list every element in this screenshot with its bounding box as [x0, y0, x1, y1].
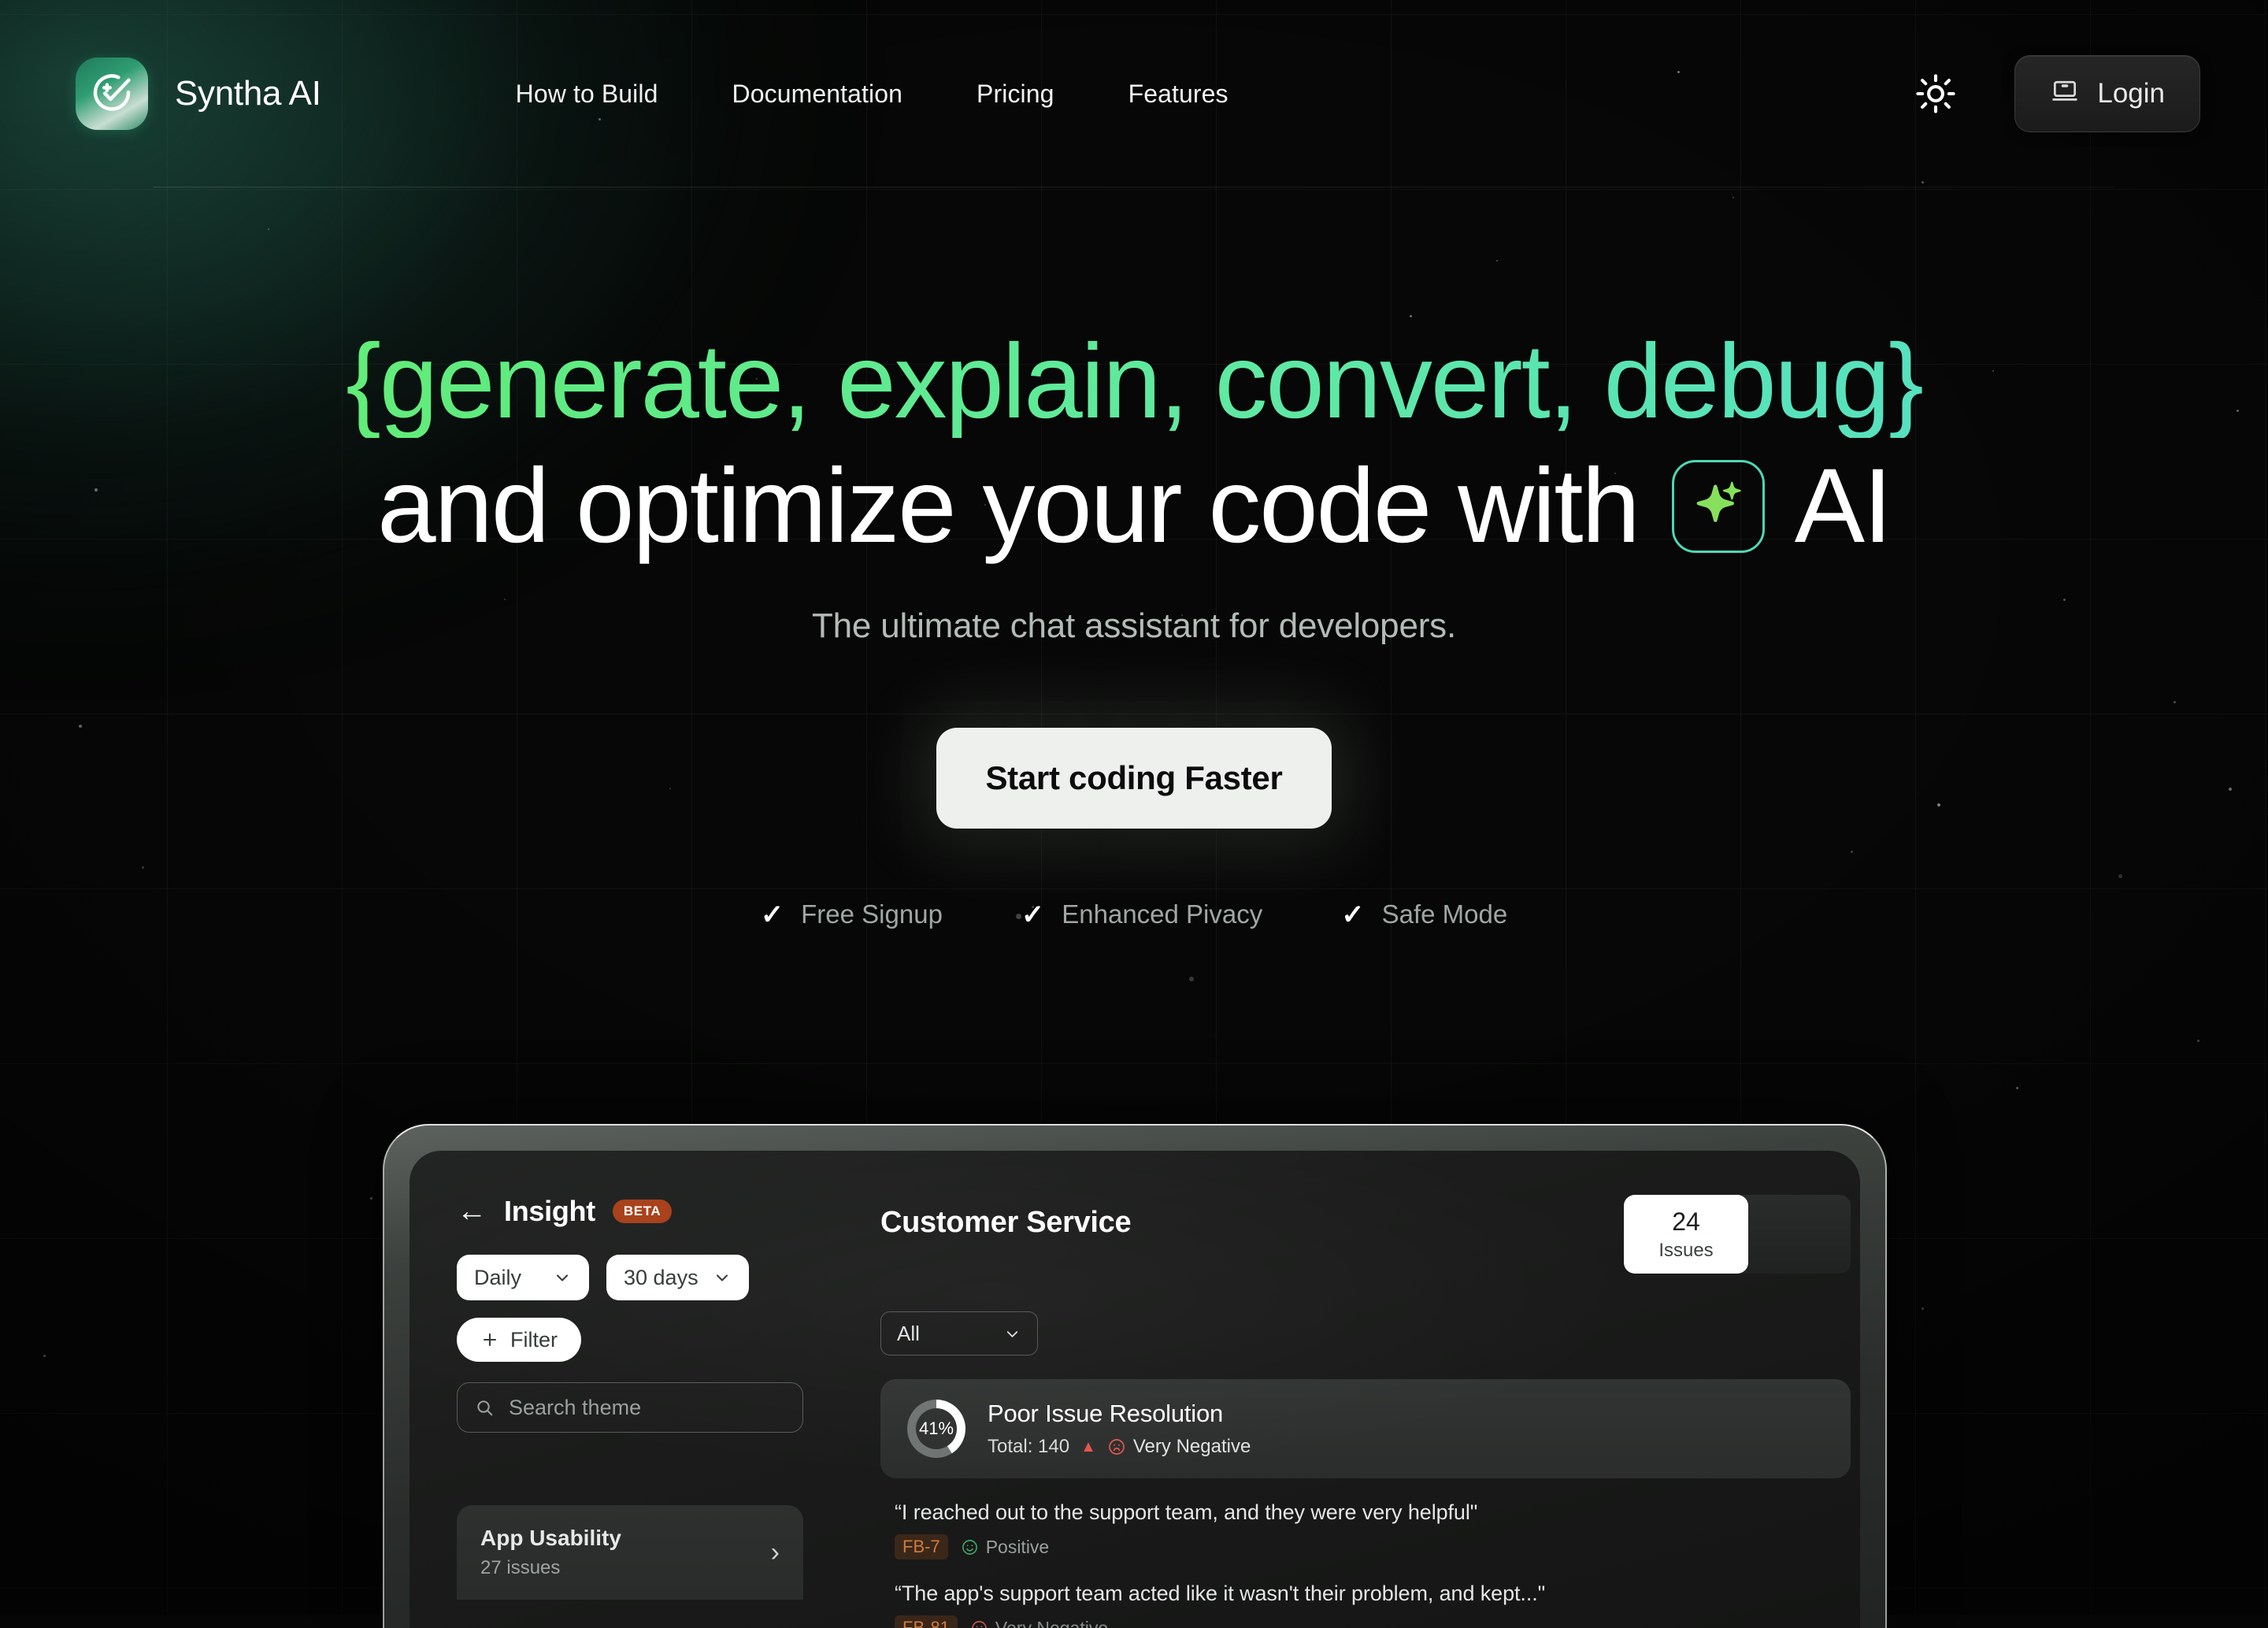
insight-title: Insight [504, 1195, 595, 1228]
feature-label: Free Signup [801, 899, 943, 929]
hero-headline-gradient: {generate, explain, convert, debug} [0, 326, 2268, 438]
feature-label: Enhanced Pivacy [1062, 899, 1262, 929]
search-theme-input[interactable]: Search theme [457, 1382, 803, 1433]
cta-container: Start coding Faster [0, 728, 2268, 829]
filter-row: Filter [457, 1318, 827, 1362]
arrow-left-icon[interactable]: ← [457, 1196, 487, 1226]
feature-item-safe-mode: ✓ Safe Mode [1302, 899, 1547, 929]
all-filter-value: All [897, 1322, 920, 1346]
triangle-up-icon: ▲ [1080, 1439, 1096, 1455]
sparkle-icon [1672, 460, 1765, 553]
daily-select[interactable]: Daily [457, 1255, 589, 1300]
feature-list: ✓ Free Signup ✓ Enhanced Pivacy ✓ Safe M… [0, 899, 2268, 929]
laptop-icon [2050, 76, 2080, 113]
site-header: Syntha AI How to Build Documentation Pri… [0, 0, 2268, 187]
sun-icon[interactable] [1910, 69, 1961, 119]
brand-logo[interactable]: Syntha AI [76, 57, 321, 130]
hero-headline-text: and optimize your code with [377, 451, 1639, 562]
smile-face-icon [961, 1538, 979, 1556]
customer-service-title: Customer Service [880, 1206, 1131, 1240]
main-nav: How to Build Documentation Pricing Featu… [479, 80, 1266, 109]
frown-face-icon [1107, 1437, 1126, 1456]
feedback-quote: “The app's support team acted like it wa… [895, 1582, 1851, 1606]
issue-meta: Total: 140 ▲ Very Negative [988, 1436, 1251, 1458]
chevron-down-icon [713, 1268, 732, 1287]
feedback-item: “The app's support team acted like it wa… [880, 1582, 1851, 1628]
login-label: Login [2097, 78, 2165, 109]
issue-total: Total: 140 [988, 1436, 1069, 1458]
issue-summary-card[interactable]: 41% Poor Issue Resolution Total: 140 ▲ V… [880, 1379, 1851, 1478]
check-icon: ✓ [1341, 901, 1364, 929]
range-select-value: 30 days [624, 1266, 699, 1290]
feedback-sentiment: Positive [961, 1537, 1050, 1558]
range-select[interactable]: 30 days [606, 1255, 749, 1300]
feedback-sentiment: Very Negative [970, 1618, 1108, 1628]
issue-sentiment-label: Very Negative [1133, 1436, 1251, 1458]
insight-filters: Daily 30 days [457, 1255, 827, 1300]
hero-headline-ai: AI [1795, 451, 1891, 562]
feedback-sentiment-label: Positive [986, 1537, 1050, 1558]
product-mockup-screen: ← Insight BETA Daily 30 days Filter [410, 1151, 1860, 1628]
issues-count: 24 [1672, 1207, 1700, 1237]
nav-item-features[interactable]: Features [1091, 80, 1266, 109]
filter-label: Filter [510, 1328, 558, 1352]
issue-percent-label: 41% [919, 1418, 954, 1439]
theme-card-subtitle: 27 issues [480, 1557, 621, 1579]
feature-item-enhanced-privacy: ✓ Enhanced Pivacy [982, 899, 1302, 929]
check-icon: ✓ [1021, 901, 1044, 929]
hero-subtitle: The ultimate chat assistant for develope… [0, 606, 2268, 646]
beta-badge: BETA [613, 1200, 672, 1223]
daily-select-value: Daily [474, 1266, 521, 1290]
customer-service-header: Customer Service 24 Issues [880, 1195, 1851, 1274]
issue-title: Poor Issue Resolution [988, 1400, 1251, 1428]
nav-item-pricing[interactable]: Pricing [939, 80, 1091, 109]
feature-item-free-signup: ✓ Free Signup [721, 899, 982, 929]
issue-sentiment: Very Negative [1107, 1436, 1251, 1458]
feature-label: Safe Mode [1382, 899, 1508, 929]
feedback-sentiment-label: Very Negative [995, 1618, 1108, 1628]
insight-main: Customer Service 24 Issues All 41% Poor … [827, 1195, 1851, 1628]
issues-label: Issues [1658, 1240, 1713, 1262]
brand-name: Syntha AI [175, 74, 321, 113]
plus-icon [480, 1330, 499, 1349]
start-coding-faster-button[interactable]: Start coding Faster [936, 728, 1331, 829]
feedback-item: “I reached out to the support team, and … [880, 1500, 1851, 1559]
chevron-down-icon [1003, 1325, 1021, 1343]
theme-card-app-usability[interactable]: App Usability 27 issues › [457, 1505, 803, 1600]
issues-counter-zone: 24 Issues [1624, 1195, 1851, 1274]
check-icon: ✓ [761, 901, 784, 929]
check-circle-sparkle-icon [76, 57, 148, 130]
issue-percent-donut: 41% [907, 1400, 965, 1458]
feedback-meta: FB-81 Very Negative [895, 1615, 1851, 1628]
feedback-tag: FB-81 [895, 1615, 958, 1628]
add-filter-button[interactable]: Filter [457, 1318, 581, 1362]
hero-headline-white: and optimize your code with AI [0, 451, 2268, 562]
feedback-quote: “I reached out to the support team, and … [895, 1500, 1851, 1525]
feedback-meta: FB-7 Positive [895, 1534, 1851, 1559]
nav-item-documentation[interactable]: Documentation [695, 80, 940, 109]
chevron-right-icon: › [771, 1539, 780, 1566]
login-button[interactable]: Login [2014, 55, 2200, 132]
insight-sidebar: ← Insight BETA Daily 30 days Filter [457, 1195, 827, 1628]
all-filter-select[interactable]: All [880, 1311, 1038, 1355]
product-mockup-frame: ← Insight BETA Daily 30 days Filter [383, 1124, 1887, 1628]
search-icon [475, 1398, 495, 1418]
nav-item-how-to-build[interactable]: How to Build [479, 80, 695, 109]
chevron-down-icon [553, 1268, 572, 1287]
header-actions: Login [1910, 55, 2200, 132]
insight-header: ← Insight BETA [457, 1195, 827, 1228]
issues-counter-card[interactable]: 24 Issues [1624, 1195, 1748, 1274]
feedback-tag: FB-7 [895, 1534, 948, 1559]
frown-face-icon [970, 1619, 988, 1628]
search-placeholder: Search theme [509, 1396, 641, 1420]
theme-card-title: App Usability [480, 1526, 621, 1551]
